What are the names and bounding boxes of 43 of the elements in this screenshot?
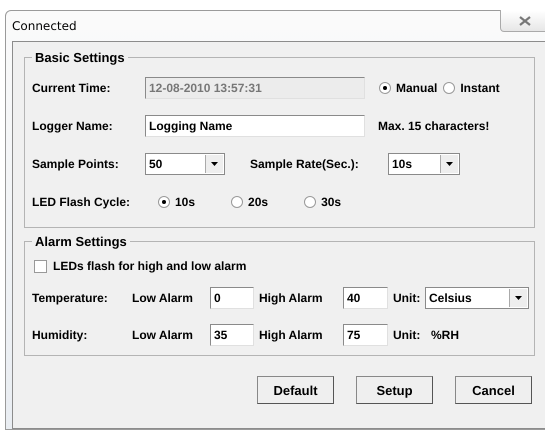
- group-title: Alarm Settings: [34, 234, 128, 249]
- field-label: Sample Rate(Sec.):: [250, 157, 360, 171]
- field-label: Unit:: [393, 290, 422, 304]
- radio-button[interactable]: [158, 196, 170, 208]
- radio-button[interactable]: [304, 196, 316, 208]
- radio-label: 20s: [248, 195, 268, 209]
- close-button[interactable]: [500, 10, 545, 32]
- field-label: Humidity:: [32, 328, 88, 342]
- dialog-button[interactable]: Cancel: [455, 376, 532, 404]
- dialog-button[interactable]: Setup: [356, 376, 433, 404]
- hint-text: Max. 15 characters!: [378, 119, 490, 133]
- field-label: High Alarm: [259, 328, 324, 342]
- name-field[interactable]: Logging Name: [145, 115, 365, 137]
- radio-button[interactable]: [379, 82, 391, 94]
- radio-button[interactable]: [443, 82, 456, 94]
- radio-button[interactable]: [231, 196, 244, 208]
- dropdown-field[interactable]: 10s: [388, 153, 460, 175]
- radio-label: 10s: [175, 195, 196, 209]
- number-field[interactable]: 40: [343, 286, 388, 308]
- field-label: Low Alarm: [132, 290, 194, 304]
- field-label: Sample Points:: [32, 157, 120, 171]
- checkbox[interactable]: [34, 260, 47, 272]
- field-label: Logger Name:: [32, 119, 114, 133]
- field-label: Current Time:: [32, 81, 112, 95]
- dropdown-field[interactable]: Celsius: [425, 286, 529, 308]
- field-label: LED Flash Cycle:: [32, 195, 132, 209]
- close-icon: [519, 16, 531, 26]
- group-title: Basic Settings: [34, 50, 126, 65]
- field-label: Unit:: [393, 328, 422, 342]
- radio-label: Manual: [396, 81, 438, 95]
- dialog-button[interactable]: Default: [257, 376, 334, 404]
- radio-label: Instant: [460, 81, 500, 95]
- field-label: Low Alarm: [132, 328, 194, 342]
- number-field[interactable]: 35: [210, 324, 254, 346]
- checkbox-label: LEDs flash for high and low alarm: [53, 259, 246, 273]
- number-field[interactable]: 75: [343, 324, 388, 346]
- radio-label: 30s: [321, 195, 342, 209]
- number-field[interactable]: 0: [210, 286, 254, 308]
- unit-text: %RH: [431, 328, 460, 342]
- window-title: Connected: [12, 19, 77, 33]
- field-label: Temperature:: [32, 290, 109, 304]
- field-label: High Alarm: [259, 290, 324, 304]
- dropdown-field[interactable]: 50: [145, 153, 225, 175]
